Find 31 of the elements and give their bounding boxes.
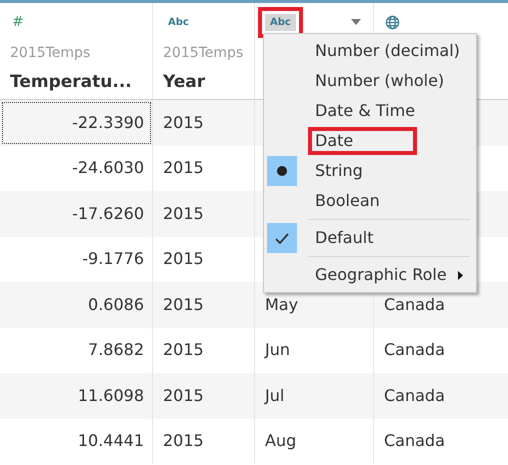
- globe-icon[interactable]: [384, 14, 401, 30]
- menu-item[interactable]: String: [308, 157, 370, 185]
- menu-item[interactable]: Number (whole): [308, 67, 452, 95]
- table-cell: 2015: [153, 418, 255, 464]
- table-cell: 2015: [153, 191, 255, 236]
- submenu-arrow-icon: [458, 270, 463, 280]
- table-cell: Aug: [255, 418, 374, 464]
- table-cell: 2015: [153, 100, 255, 146]
- table-cell: 10.4441: [0, 418, 153, 464]
- source-label: 2015Temps: [10, 44, 92, 63]
- source-label: 2015Temps: [163, 44, 244, 63]
- table-cell-text: Canada: [383, 384, 446, 407]
- menu-item[interactable]: Boolean: [308, 187, 387, 215]
- table-cell: -17.6260: [0, 191, 153, 236]
- dropdown-caret-icon[interactable]: [351, 19, 361, 25]
- table-cell: Jul: [255, 373, 374, 418]
- table-cell-text: Canada: [383, 294, 446, 316]
- table-cell-text: Canada: [383, 339, 446, 362]
- table-cell-text: Canada: [383, 430, 446, 452]
- table-cell: 2015: [153, 373, 255, 418]
- table-cell: -22.3390: [0, 100, 153, 146]
- field-name: Year: [163, 71, 206, 94]
- table-cell: 2015: [153, 282, 255, 328]
- menu-item[interactable]: Number (decimal): [308, 37, 467, 65]
- field-name: Temperatu...: [10, 71, 133, 94]
- string-type-icon[interactable]: Abc: [163, 14, 194, 30]
- menu-item[interactable]: Date: [308, 127, 418, 155]
- table-cell: 0.6086: [0, 282, 153, 328]
- menu-item[interactable]: Default: [308, 224, 380, 252]
- menu-item[interactable]: Date & Time: [308, 97, 422, 125]
- table-cell: 11.6098: [0, 373, 153, 418]
